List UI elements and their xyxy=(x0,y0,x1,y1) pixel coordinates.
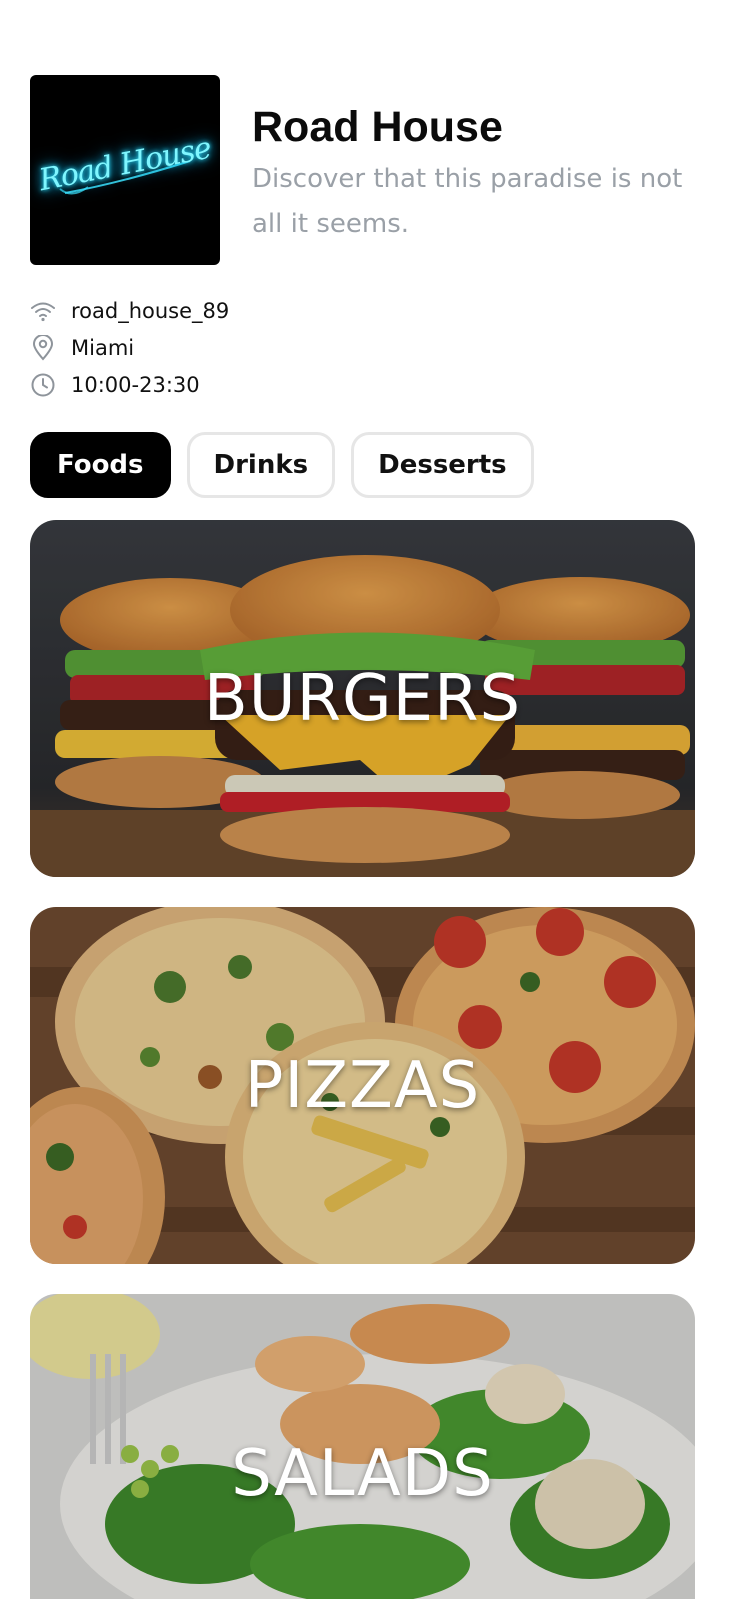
wifi-name: road_house_89 xyxy=(71,298,230,323)
tab-foods[interactable]: Foods xyxy=(30,432,171,498)
hours-row: 10:00-23:30 xyxy=(30,366,229,403)
category-card-salads[interactable]: SALADS xyxy=(30,1294,695,1599)
tab-desserts[interactable]: Desserts xyxy=(351,432,534,498)
category-card-pizzas[interactable]: PIZZAS xyxy=(30,907,695,1264)
opening-hours: 10:00-23:30 xyxy=(71,372,200,397)
restaurant-info: road_house_89 Miami 10:00-23:30 xyxy=(30,292,229,403)
category-label-burgers: BURGERS xyxy=(203,661,522,736)
tab-drinks[interactable]: Drinks xyxy=(186,432,336,498)
restaurant-tagline: Discover that this paradise is not all i… xyxy=(252,164,683,239)
location-city: Miami xyxy=(71,335,135,360)
restaurant-logo: Road House xyxy=(30,75,220,265)
clock-icon xyxy=(30,372,56,398)
category-label-pizzas: PIZZAS xyxy=(244,1048,481,1123)
wifi-row: road_house_89 xyxy=(30,292,229,329)
location-row: Miami xyxy=(30,329,229,366)
restaurant-name: Road House xyxy=(252,103,503,151)
menu-tabs: Foods Drinks Desserts xyxy=(30,432,534,498)
restaurant-header: Road House Road House Discover that this… xyxy=(30,75,710,265)
category-label-salads: SALADS xyxy=(231,1437,494,1511)
location-pin-icon xyxy=(30,334,56,361)
category-card-burgers[interactable]: BURGERS xyxy=(30,520,695,877)
wifi-icon xyxy=(30,298,56,324)
